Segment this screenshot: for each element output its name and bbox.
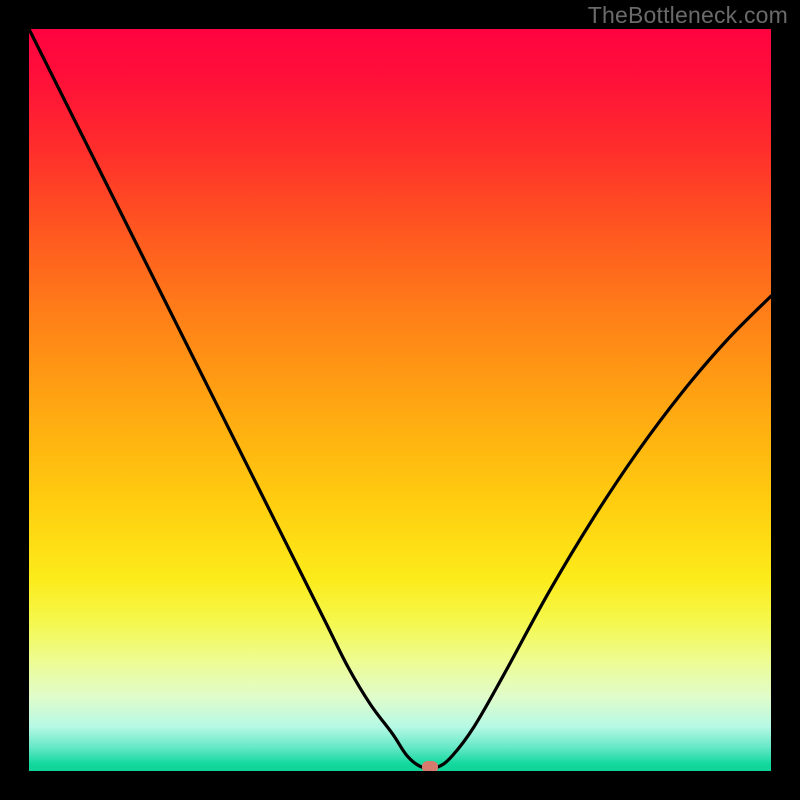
bottleneck-curve (29, 29, 771, 769)
chart-frame: TheBottleneck.com (0, 0, 800, 800)
optimal-point-marker (422, 761, 438, 771)
curve-svg (29, 29, 771, 771)
plot-area (29, 29, 771, 771)
site-watermark: TheBottleneck.com (588, 2, 788, 29)
